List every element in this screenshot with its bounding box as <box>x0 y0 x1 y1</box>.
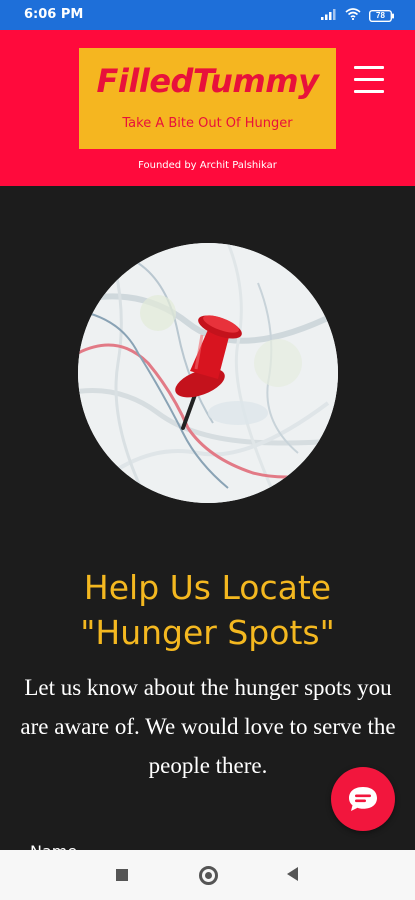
site-header: FilledTummy Take A Bite Out Of Hunger Fo… <box>0 30 415 186</box>
brand-name: FilledTummy <box>96 62 319 100</box>
battery-icon: 78 <box>369 10 395 22</box>
home-circle-icon[interactable] <box>199 866 218 885</box>
map-pushpin-image <box>78 243 338 503</box>
brand-logo[interactable]: FilledTummy Take A Bite Out Of Hunger <box>79 48 336 149</box>
headline-line-1: Help Us Locate <box>83 568 332 607</box>
signal-icon <box>321 7 337 25</box>
headline-line-2: "Hunger Spots" <box>80 613 335 652</box>
status-time: 6:06 PM <box>24 7 84 22</box>
wifi-icon <box>345 7 361 25</box>
status-bar: 6:06 PM 78 <box>0 0 415 30</box>
status-icons: 78 <box>321 7 395 25</box>
recents-square-icon[interactable] <box>116 869 128 881</box>
page-headline: Help Us Locate "Hunger Spots" <box>0 565 415 655</box>
chat-bubble-icon <box>349 787 377 811</box>
founder-credit: Founded by Archit Palshikar <box>138 160 277 171</box>
system-nav-bar <box>0 850 415 900</box>
chat-button[interactable] <box>331 767 395 831</box>
brand-tagline: Take A Bite Out Of Hunger <box>122 116 293 131</box>
back-triangle-icon[interactable] <box>287 867 298 881</box>
hamburger-menu-icon[interactable] <box>354 66 386 94</box>
battery-level: 78 <box>376 11 385 20</box>
